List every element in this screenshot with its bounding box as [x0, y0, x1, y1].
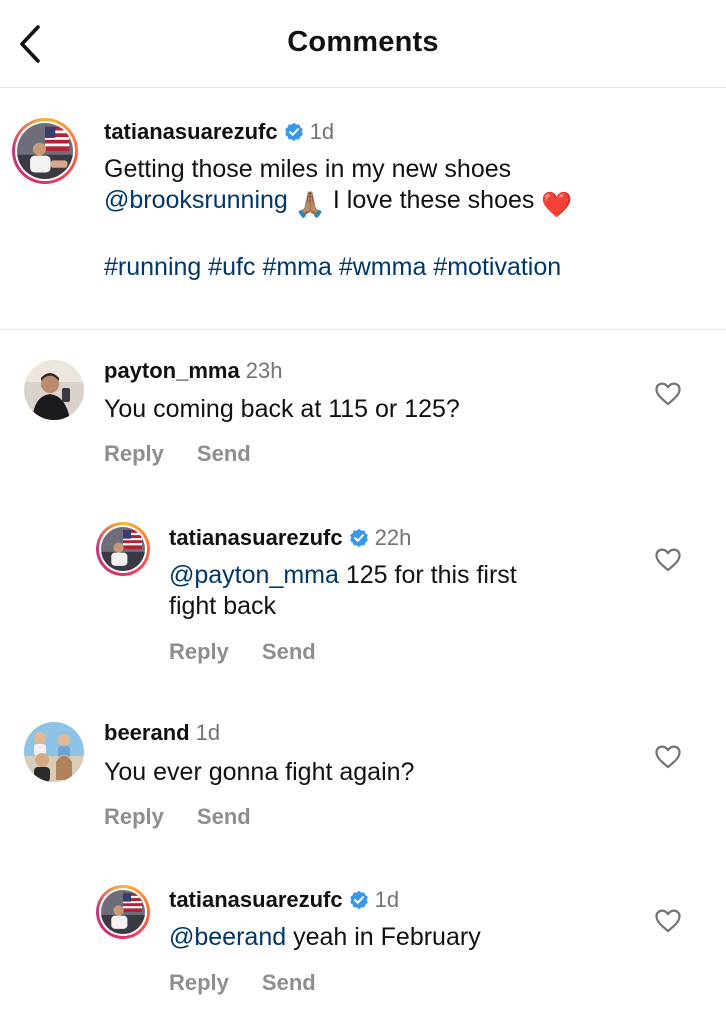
send-button[interactable]: Send [197, 441, 251, 467]
verified-badge-icon [349, 890, 368, 910]
comment-username[interactable]: payton_mma [104, 358, 240, 384]
profile-photo [101, 527, 145, 571]
post-caption: tatianasuarezufc 1d Getting those miles … [0, 88, 726, 330]
comment-actions: Reply Send [104, 804, 251, 830]
heart-outline-icon [655, 382, 681, 406]
reply-mention[interactable]: @beerand [169, 923, 286, 951]
send-button[interactable]: Send [262, 970, 316, 996]
heart-outline-icon [655, 548, 681, 572]
reply-button[interactable]: Reply [104, 804, 164, 830]
reply-text-content: yeah in February [293, 923, 481, 951]
reply-mention[interactable]: @payton_mma [169, 561, 339, 589]
reply-username[interactable]: tatianasuarezufc [169, 525, 343, 551]
verified-badge-icon [284, 122, 303, 142]
like-button[interactable] [653, 906, 683, 936]
reply-text-line-1: 125 for this first [345, 561, 517, 589]
reply-header: tatianasuarezufc 22h [169, 525, 411, 551]
praying-hands-emoji: 🙏🏽 [294, 191, 326, 219]
reply-button[interactable]: Reply [169, 970, 229, 996]
avatar[interactable] [24, 722, 84, 782]
caption-line-2: @brooksrunning 🙏🏽 I love these shoes ❤️ [104, 185, 704, 221]
caption-time: 1d [309, 119, 335, 144]
avatar[interactable] [96, 885, 150, 939]
comment-time: 1d [195, 720, 221, 745]
caption-line-1: Getting those miles in my new shoes [104, 155, 512, 183]
heart-outline-icon [655, 909, 681, 933]
reply-actions: Reply Send [169, 970, 316, 996]
profile-photo [24, 360, 84, 420]
page-title: Comments [287, 26, 439, 58]
send-button[interactable]: Send [197, 804, 251, 830]
caption-username[interactable]: tatianasuarezufc [104, 119, 278, 145]
reply-button[interactable]: Reply [104, 441, 164, 467]
caption-after-emoji: I love these shoes [332, 186, 535, 214]
like-button[interactable] [653, 379, 683, 409]
profile-photo [24, 722, 84, 782]
comment-text: You ever gonna fight again? [104, 758, 415, 786]
reply-text: @payton_mma 125 for this first fight bac… [169, 560, 609, 622]
avatar[interactable] [12, 118, 78, 184]
comment-time: 23h [245, 358, 283, 383]
like-button[interactable] [653, 742, 683, 772]
reply-header: tatianasuarezufc 1d [169, 887, 399, 913]
comment-actions: Reply Send [104, 441, 251, 467]
reply-text: @beerand yeah in February [169, 922, 481, 953]
profile-photo [17, 123, 73, 179]
reply-time: 22h [374, 525, 412, 550]
header-bar: Comments [0, 0, 726, 88]
reply-button[interactable]: Reply [169, 639, 229, 665]
reply-time: 1d [374, 887, 400, 912]
reply-text-line-2: fight back [169, 592, 277, 620]
comment-text: You coming back at 115 or 125? [104, 395, 460, 423]
caption-text: Getting those miles in my new shoes @bro… [104, 154, 704, 283]
verified-badge-icon [349, 528, 368, 548]
reply-actions: Reply Send [169, 639, 316, 665]
red-heart-emoji: ❤️ [541, 191, 573, 219]
caption-mention[interactable]: @brooksrunning [104, 186, 288, 214]
comment-header: beerand 1d [104, 720, 220, 746]
send-button[interactable]: Send [262, 639, 316, 665]
caption-header: tatianasuarezufc 1d [104, 119, 334, 145]
reply-username[interactable]: tatianasuarezufc [169, 887, 343, 913]
comment-username[interactable]: beerand [104, 720, 190, 746]
avatar[interactable] [96, 522, 150, 576]
like-button[interactable] [653, 545, 683, 575]
heart-outline-icon [655, 745, 681, 769]
avatar[interactable] [24, 360, 84, 420]
comment-header: payton_mma 23h [104, 358, 282, 384]
profile-photo [101, 890, 145, 934]
caption-hashtags[interactable]: #running #ufc #mma #wmma #motivation [104, 252, 704, 283]
